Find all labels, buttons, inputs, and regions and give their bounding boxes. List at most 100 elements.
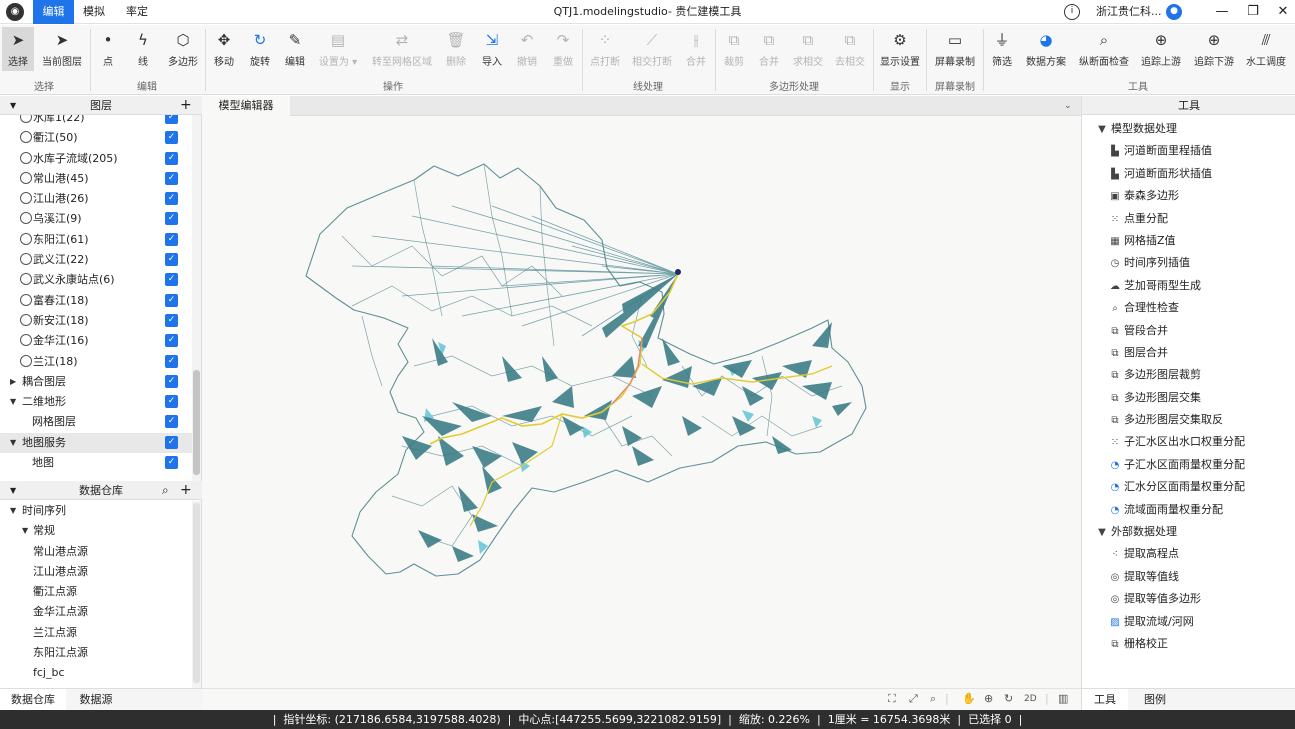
fit-extent-icon[interactable]: ⛶ <box>888 692 896 706</box>
trace-downstream-button[interactable]: ⊕ 追踪下游 <box>1191 27 1237 71</box>
close-icon[interactable]: ✕ <box>1270 0 1295 24</box>
info-icon[interactable]: i <box>1064 4 1080 20</box>
layer-item[interactable]: 新安江(18) ✓ <box>0 311 192 331</box>
layer-checkbox[interactable]: ✓ <box>165 313 178 327</box>
layer-item[interactable]: 金华江(16) ✓ <box>0 331 192 351</box>
tab-legend[interactable]: 图例 <box>1128 689 1182 711</box>
tool-item[interactable]: ▣ 泰森多边形 <box>1082 185 1295 207</box>
repo-item[interactable]: 东阳江点源 <box>0 643 192 663</box>
minimize-icon[interactable]: — <box>1209 0 1235 24</box>
layer-group[interactable]: ▼ 二维地形 ✓ <box>0 392 192 412</box>
layer-checkbox[interactable]: ✓ <box>165 171 178 185</box>
layer-item[interactable]: 地图 ✓ <box>0 453 192 473</box>
layer-item[interactable]: 东阳江(61) ✓ <box>0 230 192 250</box>
edit-button[interactable]: ✎ 编辑 <box>281 27 309 71</box>
tab-model-editor[interactable]: 模型编辑器 <box>202 96 290 116</box>
repo-scrollbar[interactable] <box>192 501 201 688</box>
line-merge-button[interactable]: ⫲ 合并 <box>682 27 710 71</box>
scroll-thumb[interactable] <box>193 370 200 475</box>
undo-button[interactable]: ↶ 撤销 <box>513 27 541 71</box>
layer-checkbox[interactable]: ✓ <box>165 395 178 409</box>
repo-item[interactable]: 衢江点源 <box>0 582 192 602</box>
tab-tools[interactable]: 工具 <box>1082 689 1128 711</box>
scroll-thumb[interactable] <box>193 503 200 683</box>
collapse-icon[interactable]: ▼ <box>1096 522 1108 544</box>
tool-item[interactable]: ⁖ 提取高程点 <box>1082 543 1295 565</box>
repo-group[interactable]: ▼ 时间序列 <box>0 501 192 521</box>
repo-item[interactable]: 金华江点源 <box>0 602 192 622</box>
menu-tab-edit[interactable]: 编辑 <box>33 0 74 24</box>
layer-item[interactable]: 网格图层 ✓ <box>0 412 192 432</box>
tool-group[interactable]: ▼ 外部数据处理 <box>1082 521 1295 543</box>
expand-icon[interactable]: ▶ <box>10 372 16 392</box>
layer-checkbox[interactable]: ✓ <box>165 334 178 348</box>
layer-checkbox[interactable]: ✓ <box>165 354 178 368</box>
zoom-region-icon[interactable]: ⌕ <box>930 692 936 706</box>
move-button[interactable]: ✥ 移动 <box>210 27 238 71</box>
pan-hand-icon[interactable]: ✋ <box>962 692 976 705</box>
point-break-button[interactable]: ⁘ 点打断 <box>587 27 623 71</box>
collapse-icon[interactable]: ▼ <box>10 392 16 412</box>
outlet-node[interactable] <box>675 269 681 275</box>
repo-item[interactable]: fcj_bc <box>0 663 192 683</box>
filter-button[interactable]: ⏚ 筛选 <box>988 27 1016 71</box>
full-screen-icon[interactable]: ⤢ <box>909 692 918 706</box>
add-data-icon[interactable]: + <box>180 481 192 500</box>
menu-tab-calibrate[interactable]: 率定 <box>117 0 157 24</box>
tool-item[interactable]: ☁ 芝加哥雨型生成 <box>1082 275 1295 297</box>
zoom-in-icon[interactable]: ⊕ <box>984 692 993 705</box>
user-name[interactable]: 浙江贵仁科... <box>1096 0 1162 24</box>
layer-checkbox[interactable]: ✓ <box>165 293 178 307</box>
tool-item[interactable]: ◔ 流域面雨量权重分配 <box>1082 499 1295 521</box>
intersect-button[interactable]: ⧉ 求相交 <box>790 27 826 71</box>
collapse-icon[interactable]: ▼ <box>10 501 16 521</box>
layer-item[interactable]: 江山港(26) ✓ <box>0 189 192 209</box>
layer-checkbox[interactable]: ✓ <box>165 253 178 267</box>
layer-checkbox[interactable]: ✓ <box>165 192 178 206</box>
add-layer-icon[interactable]: + <box>180 96 192 115</box>
layer-checkbox[interactable]: ✓ <box>165 435 178 449</box>
map-canvas[interactable] <box>202 116 1081 688</box>
repo-item[interactable]: 兰江点源 <box>0 623 192 643</box>
avatar-icon[interactable]: ● <box>1166 4 1182 20</box>
redo-button[interactable]: ↷ 重做 <box>549 27 577 71</box>
tool-item[interactable]: ◎ 提取等值线 <box>1082 566 1295 588</box>
set-as-button[interactable]: ▤ 设置为 ▾ <box>316 27 360 71</box>
repo-item[interactable]: 常山港点源 <box>0 542 192 562</box>
tool-item[interactable]: ▙ 河道断面形状插值 <box>1082 163 1295 185</box>
repo-group[interactable]: ▼ 常规 <box>0 521 192 541</box>
current-layer-button[interactable]: ➤ 当前图层 <box>38 27 86 71</box>
layer-item[interactable]: 武义江(22) ✓ <box>0 250 192 270</box>
layer-item[interactable]: 衢江(50) ✓ <box>0 128 192 148</box>
tool-item[interactable]: ⧉ 栅格校正 <box>1082 633 1295 655</box>
tool-item[interactable]: ◎ 提取等值多边形 <box>1082 588 1295 610</box>
tab-data-repo[interactable]: 数据仓库 <box>0 689 66 711</box>
split-view-icon[interactable]: ▥ <box>1058 692 1068 705</box>
tab-data-source[interactable]: 数据源 <box>66 689 126 711</box>
repo-item[interactable]: 江山港点源 <box>0 562 192 582</box>
import-button[interactable]: ⇲ 导入 <box>478 27 506 71</box>
tool-item[interactable]: ⧉ 多边形图层交集 <box>1082 387 1295 409</box>
layer-item[interactable]: 兰江(18) ✓ <box>0 352 192 372</box>
layer-group[interactable]: ▼ 地图服务 ✓ <box>0 432 192 454</box>
layer-group[interactable]: ▶ 耦合图层 ✓ <box>0 372 192 392</box>
chevron-down-icon[interactable]: ⌄ <box>1064 96 1072 116</box>
line-button[interactable]: ϟ线 <box>130 27 156 71</box>
search-icon[interactable]: ⌕ <box>162 481 169 500</box>
layer-item[interactable]: 常山港(45) ✓ <box>0 169 192 189</box>
layer-checkbox[interactable]: ✓ <box>165 115 178 124</box>
tool-item[interactable]: ▨ 提取流域/河网 <box>1082 611 1295 633</box>
clip-button[interactable]: ⧉ 裁剪 <box>720 27 748 71</box>
layer-checkbox[interactable]: ✓ <box>165 415 178 429</box>
view-mode-toggle[interactable]: 2D <box>1024 694 1037 704</box>
point-button[interactable]: • 点 <box>95 27 121 71</box>
tool-item[interactable]: ⧉ 管段合并 <box>1082 320 1295 342</box>
collapse-icon[interactable]: ▼ <box>10 433 16 453</box>
layer-checkbox[interactable]: ✓ <box>165 151 178 165</box>
hydraulic-dispatch-button[interactable]: ⫻ 水工调度 <box>1243 27 1289 71</box>
layer-checkbox[interactable]: ✓ <box>165 374 178 388</box>
restore-icon[interactable]: ❐ <box>1240 0 1266 24</box>
layer-checkbox[interactable]: ✓ <box>165 273 178 287</box>
display-settings-button[interactable]: ⚙ 显示设置 <box>878 27 922 71</box>
collapse-icon[interactable]: ▼ <box>1096 119 1108 141</box>
